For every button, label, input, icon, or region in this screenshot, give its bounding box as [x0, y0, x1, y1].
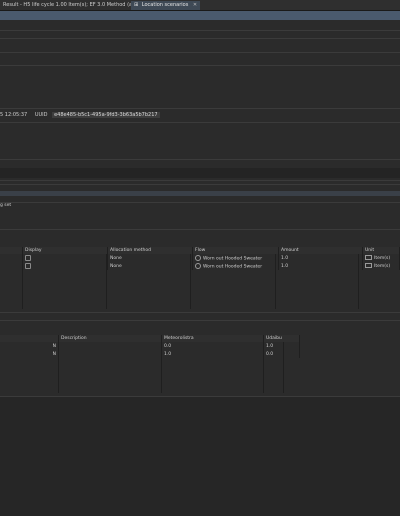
- unit-icon: [365, 255, 372, 260]
- divider: [0, 184, 400, 185]
- flow-name: Worn out Hooded Sweater: [203, 256, 263, 262]
- name-cell[interactable]: N: [0, 350, 59, 358]
- empty-panel: [0, 397, 400, 516]
- scenario-icon: ⊞: [134, 2, 139, 8]
- flow-cell[interactable]: Worn out Hooded Sweater: [192, 262, 279, 270]
- parameters-table: Description Meteorolistra Udaibu N 0.0 1…: [0, 335, 300, 358]
- divider: [0, 108, 400, 109]
- unit-name: Item(s): [374, 256, 391, 261]
- divider: [0, 30, 400, 31]
- uuid-field[interactable]: e48e485-b5c1-495a-9fd3-3b63a5b7b217: [52, 112, 160, 118]
- divider: [0, 65, 400, 66]
- flow-name: Worn out Hooded Sweater: [203, 264, 263, 270]
- last-change-date: 5 12:05:37: [0, 112, 28, 118]
- column-header-meteorolistra[interactable]: Meteorolistra: [161, 335, 264, 342]
- description-cell[interactable]: [58, 342, 162, 350]
- unit-cell[interactable]: Item(s): [362, 262, 400, 270]
- table-row[interactable]: N 1.0 0.0: [0, 350, 300, 358]
- display-checkbox[interactable]: [25, 262, 31, 269]
- divider: [0, 122, 400, 123]
- column-header-flow[interactable]: Flow: [192, 247, 279, 254]
- column-header: [0, 335, 59, 342]
- table-row[interactable]: None Worn out Hooded Sweater 1.0 Item(s): [0, 254, 400, 262]
- section-header[interactable]: g set: [0, 191, 400, 208]
- meteorolistra-cell[interactable]: 1.0: [161, 350, 264, 358]
- table-row[interactable]: N 0.0 1.0: [0, 342, 300, 350]
- flow-icon: [195, 254, 201, 261]
- udaibu-cell[interactable]: 0.0: [263, 350, 300, 358]
- column-header-allocation[interactable]: Allocation method: [107, 247, 193, 254]
- amount-cell[interactable]: 1.0: [278, 254, 363, 262]
- name-cell[interactable]: N: [0, 342, 59, 350]
- exchanges-table: Display Allocation method Flow Amount Un…: [0, 247, 400, 270]
- display-cell: [22, 262, 108, 270]
- table-header-row: Description Meteorolistra Udaibu: [0, 335, 300, 342]
- unit-name: Item(s): [374, 264, 391, 269]
- editor-header-band: [0, 11, 400, 20]
- udaibu-cell[interactable]: 1.0: [263, 342, 300, 350]
- table-cell: [0, 254, 23, 262]
- uuid-label: UUID: [34, 112, 48, 118]
- column-header-udaibu[interactable]: Udaibu: [263, 335, 300, 342]
- unit-icon: [365, 263, 372, 268]
- amount-cell[interactable]: 1.0: [278, 262, 363, 270]
- divider: [0, 159, 400, 160]
- divider: [0, 312, 400, 313]
- close-icon[interactable]: ✕: [193, 2, 197, 8]
- column-header-display[interactable]: Display: [22, 247, 108, 254]
- column-header: [0, 247, 23, 254]
- divider: [0, 229, 400, 230]
- info-row: 5 12:05:37 UUID e48e485-b5c1-495a-9fd3-3…: [0, 112, 160, 119]
- flow-cell[interactable]: Worn out Hooded Sweater: [192, 254, 279, 262]
- section-header-label: g set: [0, 203, 12, 208]
- column-header-description[interactable]: Description: [58, 335, 162, 342]
- editor-tab-bar: Result - H5 life cycle 1.00 Item(s); EF …: [0, 0, 400, 11]
- meteorolistra-cell[interactable]: 0.0: [161, 342, 264, 350]
- column-header-unit[interactable]: Unit: [362, 247, 400, 254]
- section-spacer: [0, 168, 400, 178]
- tab-result-label: Result - H5 life cycle 1.00 Item(s); EF …: [3, 2, 152, 8]
- column-header-amount[interactable]: Amount: [278, 247, 363, 254]
- unit-cell[interactable]: Item(s): [362, 254, 400, 262]
- table-row[interactable]: None Worn out Hooded Sweater 1.0 Item(s): [0, 262, 400, 270]
- description-cell[interactable]: [58, 350, 162, 358]
- table-cell: [0, 262, 23, 270]
- allocation-cell[interactable]: None: [107, 254, 193, 262]
- flow-icon: [195, 262, 201, 269]
- divider: [0, 180, 400, 181]
- tab-location-scenarios[interactable]: ⊞ Location scenarios ✕: [131, 1, 201, 10]
- display-cell: [22, 254, 108, 262]
- divider: [0, 202, 400, 203]
- divider: [0, 52, 400, 53]
- divider: [0, 38, 400, 39]
- table-header-row: Display Allocation method Flow Amount Un…: [0, 247, 400, 254]
- allocation-cell[interactable]: None: [107, 262, 193, 270]
- display-checkbox[interactable]: [25, 254, 31, 261]
- divider: [0, 320, 400, 321]
- tab-location-scenarios-label: Location scenarios: [141, 2, 189, 8]
